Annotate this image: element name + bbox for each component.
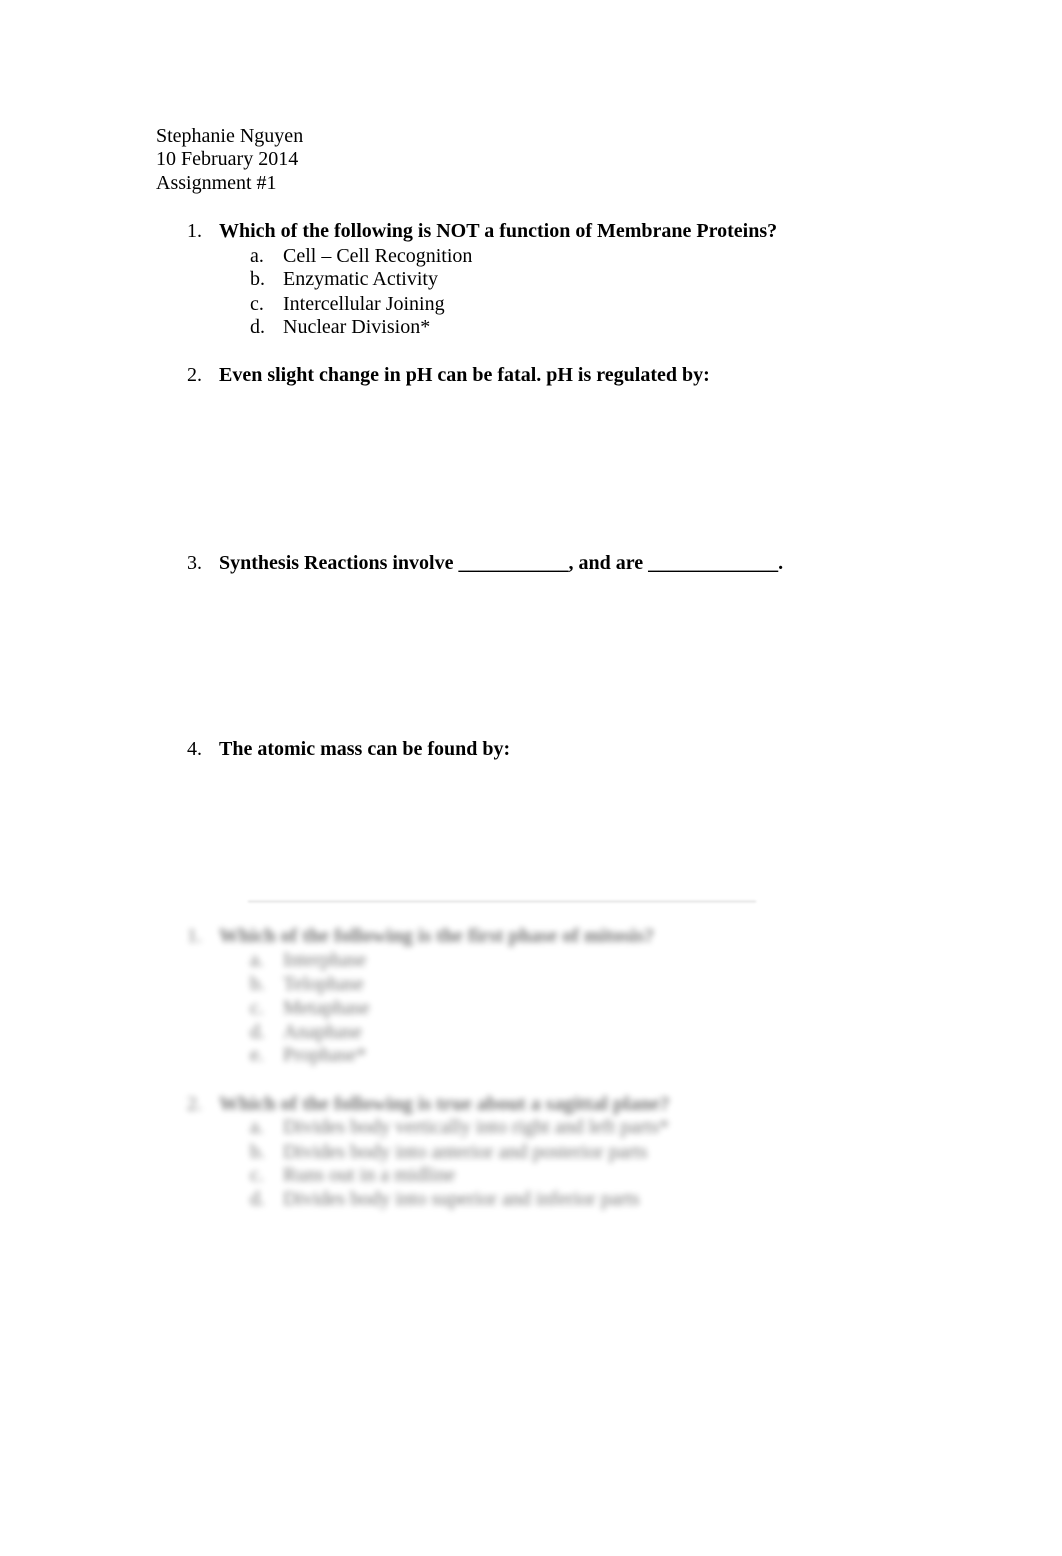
option-letter: a. — [250, 949, 264, 971]
question-text: Which of the following is the first phas… — [219, 925, 654, 947]
option-text: Divides body vertically into right and l… — [283, 1116, 670, 1138]
assignment-date: 10 February 2014 — [156, 148, 299, 170]
option-letter: d. — [250, 1188, 265, 1210]
answer-option: c. Runs out in a midline — [250, 1163, 455, 1187]
option-letter: c. — [250, 1164, 264, 1186]
option-text: Divides body into superior and inferior … — [283, 1188, 640, 1210]
document-page: Stephanie Nguyen 10 February 2014 Assign… — [0, 0, 1062, 1556]
answer-option: c. Metaphase — [250, 996, 370, 1020]
option-text: Telophase — [283, 973, 364, 995]
option-text: Prophase* — [283, 1044, 367, 1066]
option-letter: d. — [250, 1021, 265, 1043]
question-1: 1. Which of the following is NOT a functi… — [187, 219, 777, 243]
option-text: Runs out in a midline — [283, 1164, 456, 1186]
answer-option: d. Anaphase — [250, 1020, 362, 1044]
question-number: 1. — [187, 925, 202, 947]
question-2: 2. Even slight change in pH can be fatal.… — [187, 363, 710, 387]
blurred-question: 2. Which of the following is true about a… — [187, 1092, 670, 1116]
option-text: Enzymatic Activity — [283, 268, 438, 290]
answer-option: a. Interphase — [250, 948, 366, 972]
answer-option: d. Divides body into superior and inferio… — [250, 1187, 640, 1211]
question-3: 3. Synthesis Reactions involve __________… — [187, 551, 783, 575]
answer-option: c. Intercellular Joining — [250, 292, 445, 316]
option-text: Metaphase — [283, 997, 370, 1019]
question-text: Which of the following is true about a s… — [219, 1093, 670, 1115]
blur-divider — [248, 901, 756, 902]
option-text: Intercellular Joining — [283, 293, 445, 315]
question-number: 2. — [187, 1093, 202, 1115]
question-text: The atomic mass can be found by: — [219, 738, 511, 760]
option-letter: d. — [250, 316, 265, 338]
option-letter: c. — [250, 293, 264, 315]
question-number: 2. — [187, 364, 202, 386]
option-text: Nuclear Division* — [283, 316, 431, 338]
question-4: 4. The atomic mass can be found by: — [187, 737, 510, 761]
question-text: Even slight change in pH can be fatal. p… — [219, 364, 710, 386]
question-text: Synthesis Reactions involve ___________,… — [219, 552, 784, 574]
option-letter: c. — [250, 997, 264, 1019]
answer-option: e. Prophase* — [250, 1043, 366, 1067]
option-letter: a. — [250, 245, 264, 267]
option-letter: e. — [250, 1044, 264, 1066]
question-number: 3. — [187, 552, 202, 574]
answer-option: a. Cell – Cell Recognition — [250, 244, 472, 268]
option-text: Divides body into anterior and posterior… — [283, 1141, 648, 1163]
option-letter: a. — [250, 1116, 264, 1138]
option-text: Anaphase — [283, 1021, 362, 1043]
question-number: 1. — [187, 220, 202, 242]
answer-option: b. Enzymatic Activity — [250, 267, 438, 291]
option-text: Cell – Cell Recognition — [283, 245, 473, 267]
option-letter: b. — [250, 973, 265, 995]
option-letter: b. — [250, 268, 265, 290]
answer-option: b. Telophase — [250, 972, 364, 996]
answer-option: a. Divides body vertically into right and… — [250, 1115, 669, 1139]
question-text: Which of the following is NOT a function… — [219, 220, 778, 242]
answer-option: d. Nuclear Division* — [250, 315, 430, 339]
question-number: 4. — [187, 738, 202, 760]
blurred-question: 1. Which of the following is the first ph… — [187, 924, 654, 948]
answer-option: b. Divides body into anterior and posteri… — [250, 1140, 647, 1164]
student-name: Stephanie Nguyen — [156, 125, 304, 147]
option-text: Interphase — [283, 949, 367, 971]
assignment-title: Assignment #1 — [156, 172, 277, 194]
option-letter: b. — [250, 1141, 265, 1163]
